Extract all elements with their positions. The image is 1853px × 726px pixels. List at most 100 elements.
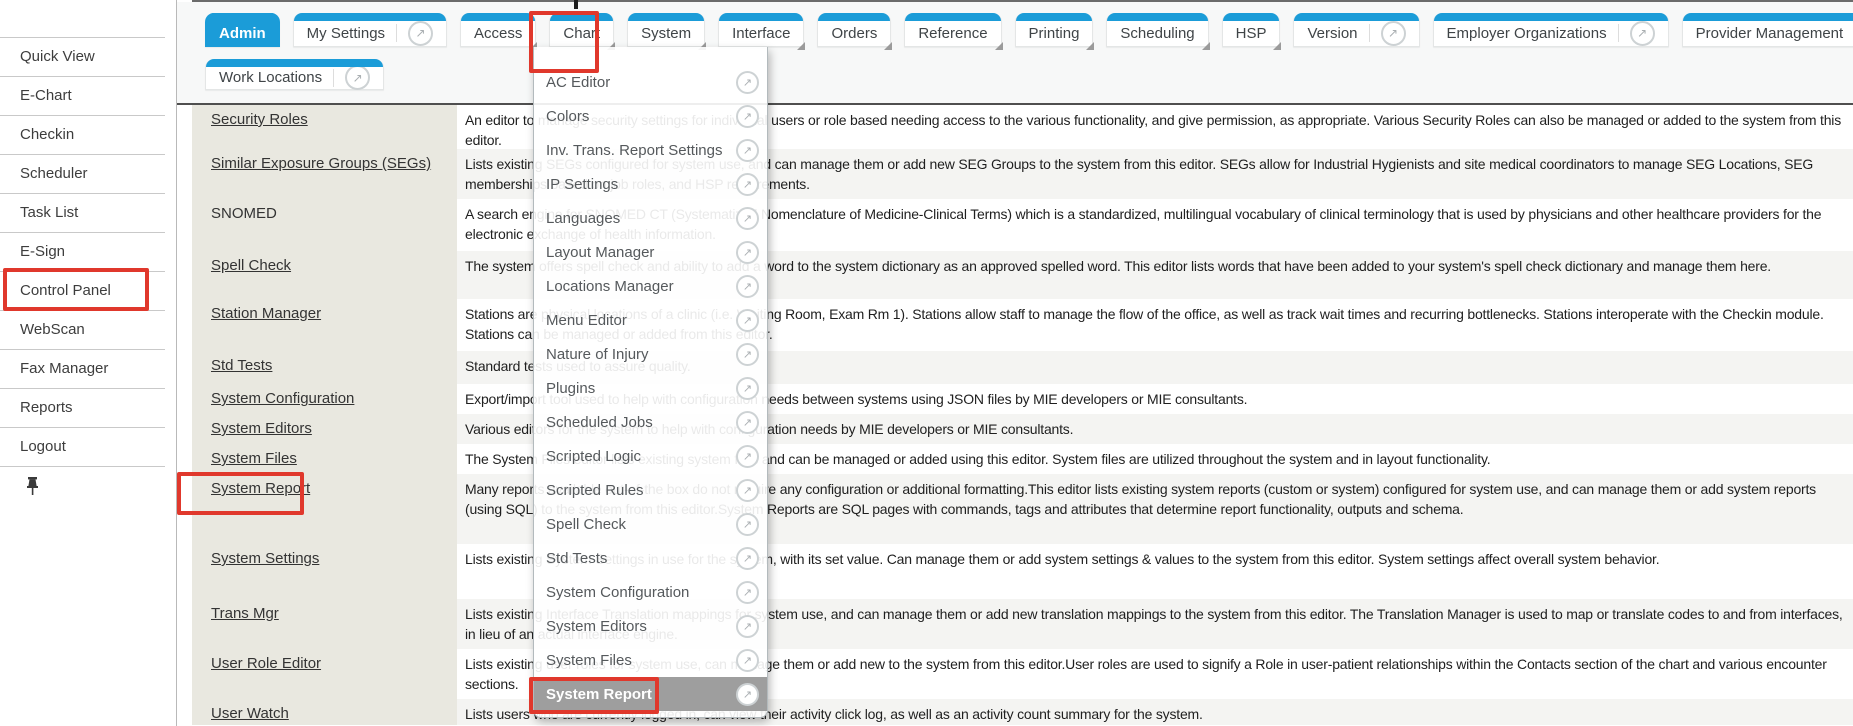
tab-system[interactable]: System xyxy=(627,13,705,47)
external-link-icon[interactable]: ↗ xyxy=(736,581,759,604)
sidebar-item-webscan[interactable]: WebScan xyxy=(0,310,165,349)
link-user-watch[interactable]: User Watch xyxy=(211,705,289,722)
external-link-icon[interactable]: ↗ xyxy=(736,207,759,230)
tab-access[interactable]: Access xyxy=(460,13,536,47)
cropped-cursor-artifact xyxy=(574,0,578,9)
table-row: Trans Mgr Lists existing Interface Trans… xyxy=(177,599,1853,649)
menu-item-plugins[interactable]: Plugins↗ xyxy=(534,371,767,405)
external-link-icon[interactable]: ↗ xyxy=(736,105,759,128)
external-link-icon[interactable]: ↗ xyxy=(736,343,759,366)
link-security-roles[interactable]: Security Roles xyxy=(211,111,308,128)
menu-item-languages[interactable]: Languages↗ xyxy=(534,201,767,235)
external-link-icon[interactable]: ↗ xyxy=(345,65,370,90)
tab-hsp[interactable]: HSP xyxy=(1222,13,1281,47)
sidebar-item-scheduler[interactable]: Scheduler xyxy=(0,154,165,193)
external-link-icon[interactable]: ↗ xyxy=(736,309,759,332)
tab-admin[interactable]: Admin xyxy=(205,13,280,47)
tab-employer-organizations[interactable]: Employer Organizations↗ xyxy=(1433,13,1669,47)
control-panel-table: Security Roles An editor to manage secur… xyxy=(177,105,1853,725)
tab-version[interactable]: Version↗ xyxy=(1293,13,1419,47)
menu-item-ac-editor[interactable]: AC Editor↗ xyxy=(534,65,767,99)
external-link-icon[interactable]: ↗ xyxy=(736,683,759,706)
menu-item-scripted-rules[interactable]: Scripted Rules↗ xyxy=(534,473,767,507)
menu-item-layout-manager[interactable]: Layout Manager↗ xyxy=(534,235,767,269)
sidebar-item-fax-manager[interactable]: Fax Manager xyxy=(0,349,165,388)
menu-item-scheduled-jobs[interactable]: Scheduled Jobs↗ xyxy=(534,405,767,439)
menu-item-scripted-logic[interactable]: Scripted Logic↗ xyxy=(534,439,767,473)
tab-scheduling[interactable]: Scheduling xyxy=(1106,13,1208,47)
dropdown-corner-icon xyxy=(1273,42,1281,50)
menu-item-inv-trans-report-settings[interactable]: Inv. Trans. Report Settings↗ xyxy=(534,133,767,167)
tab-my-settings[interactable]: My Settings↗ xyxy=(293,13,447,47)
sidebar-item-control-panel[interactable]: Control Panel xyxy=(0,271,165,310)
table-row: Spell Check The system offers spell chec… xyxy=(177,251,1853,299)
menu-item-system-files[interactable]: System Files↗ xyxy=(534,643,767,677)
link-similar-exposure-groups[interactable]: Similar Exposure Groups (SEGs) xyxy=(211,155,431,172)
table-row: Std Tests Standard tests used to assure … xyxy=(177,351,1853,384)
table-row: Similar Exposure Groups (SEGs) Lists exi… xyxy=(177,149,1853,199)
external-link-icon[interactable]: ↗ xyxy=(736,411,759,434)
menu-item-colors[interactable]: Colors↗ xyxy=(534,99,767,133)
external-link-icon[interactable]: ↗ xyxy=(736,479,759,502)
menu-item-system-report[interactable]: System Report↗ xyxy=(534,677,767,711)
table-row: System Files The System Files editor lis… xyxy=(177,444,1853,474)
external-link-icon[interactable]: ↗ xyxy=(736,615,759,638)
link-system-configuration[interactable]: System Configuration xyxy=(211,390,354,407)
link-system-files[interactable]: System Files xyxy=(211,450,297,467)
link-system-editors[interactable]: System Editors xyxy=(211,420,312,437)
table-row: User Watch Lists users who are currently… xyxy=(177,699,1853,725)
tab-work-locations[interactable]: Work Locations↗ xyxy=(205,59,384,90)
tab-printing[interactable]: Printing xyxy=(1015,13,1094,47)
external-link-icon[interactable]: ↗ xyxy=(408,21,433,46)
external-link-icon[interactable]: ↗ xyxy=(1381,21,1406,46)
menu-item-std-tests[interactable]: Std Tests↗ xyxy=(534,541,767,575)
tab-orders[interactable]: Orders xyxy=(817,13,891,47)
external-link-icon[interactable]: ↗ xyxy=(736,547,759,570)
tab-interface[interactable]: Interface xyxy=(718,13,804,47)
tab-provider-management[interactable]: Provider Management↗ xyxy=(1682,13,1853,47)
menu-item-system-editors[interactable]: System Editors↗ xyxy=(534,609,767,643)
sidebar-item-checkin[interactable]: Checkin xyxy=(0,115,165,154)
link-trans-mgr[interactable]: Trans Mgr xyxy=(211,605,279,622)
external-link-icon[interactable]: ↗ xyxy=(736,377,759,400)
external-link-icon[interactable]: ↗ xyxy=(736,513,759,536)
external-link-icon[interactable]: ↗ xyxy=(736,649,759,672)
tab-chart[interactable]: Chart xyxy=(549,13,614,47)
link-station-manager[interactable]: Station Manager xyxy=(211,305,321,322)
table-left-gutter xyxy=(177,105,192,726)
external-link-icon[interactable]: ↗ xyxy=(736,71,759,94)
link-std-tests[interactable]: Std Tests xyxy=(211,357,272,374)
menu-item-nature-of-injury[interactable]: Nature of Injury↗ xyxy=(534,337,767,371)
link-snomed[interactable]: SNOMED xyxy=(211,205,277,222)
link-user-role-editor[interactable]: User Role Editor xyxy=(211,655,321,672)
sidebar-item-reports[interactable]: Reports xyxy=(0,388,165,427)
sidebar-item-quick-view[interactable]: Quick View xyxy=(0,37,165,76)
sidebar-item-e-chart[interactable]: E-Chart xyxy=(0,76,165,115)
link-spell-check[interactable]: Spell Check xyxy=(211,257,291,274)
pushpin-icon[interactable] xyxy=(24,476,42,496)
table-row: System Configuration Export/import tool … xyxy=(177,384,1853,414)
table-row: SNOMED A search engine for SNOMED CT (Sy… xyxy=(177,199,1853,251)
sidebar-item-e-sign[interactable]: E-Sign xyxy=(0,232,165,271)
menu-item-system-configuration[interactable]: System Configuration↗ xyxy=(534,575,767,609)
tab-reference[interactable]: Reference xyxy=(904,13,1001,47)
link-system-settings[interactable]: System Settings xyxy=(211,550,319,567)
menu-item-spell-check[interactable]: Spell Check↗ xyxy=(534,507,767,541)
dropdown-corner-icon xyxy=(995,42,1003,50)
sidebar-item-logout[interactable]: Logout xyxy=(0,427,165,466)
sidebar-divider xyxy=(0,466,165,467)
external-link-icon[interactable]: ↗ xyxy=(736,139,759,162)
sidebar: Quick View E-Chart Checkin Scheduler Tas… xyxy=(0,0,177,726)
tab-separator xyxy=(333,69,334,87)
link-system-report[interactable]: System Report xyxy=(211,480,310,497)
external-link-icon[interactable]: ↗ xyxy=(736,275,759,298)
external-link-icon[interactable]: ↗ xyxy=(736,445,759,468)
external-link-icon[interactable]: ↗ xyxy=(1630,21,1655,46)
menu-item-locations-manager[interactable]: Locations Manager↗ xyxy=(534,269,767,303)
sidebar-menu: Quick View E-Chart Checkin Scheduler Tas… xyxy=(0,37,176,467)
sidebar-item-task-list[interactable]: Task List xyxy=(0,193,165,232)
menu-item-ip-settings[interactable]: IP Settings↗ xyxy=(534,167,767,201)
external-link-icon[interactable]: ↗ xyxy=(736,173,759,196)
menu-item-menu-editor[interactable]: Menu Editor↗ xyxy=(534,303,767,337)
external-link-icon[interactable]: ↗ xyxy=(736,241,759,264)
